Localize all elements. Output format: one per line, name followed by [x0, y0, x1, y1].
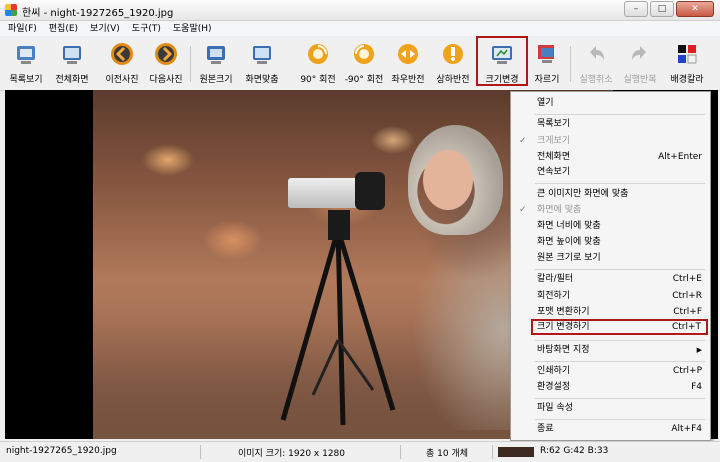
toolbar: 목록보기 전체화면 이전사진 다음사진 원본크기 화면맞춤 ▼ 9	[0, 36, 720, 102]
rotate-90-button[interactable]: 90° 회전	[298, 38, 338, 88]
menu-settings[interactable]: 환경설정 F4	[511, 380, 710, 394]
menu-tools[interactable]: 도구(T)	[124, 21, 165, 36]
context-menu: 열기 목록보기 ✓ 크게보기 전체화면 Alt+Enter 연속보기 큰 이미지만 …	[510, 91, 711, 441]
fit-screen-icon	[250, 42, 274, 66]
menu-fit-width[interactable]: 화면 너비에 맞춤	[511, 219, 710, 233]
menu-fit-height[interactable]: 화면 높이에 맞춤	[511, 235, 710, 249]
menu-print[interactable]: 인쇄하기 Ctrl+P	[511, 364, 710, 378]
flip-horizontal-button[interactable]: 좌우반전	[387, 38, 429, 88]
crop-button[interactable]: 자르기	[530, 38, 564, 88]
status-divider	[400, 445, 401, 459]
menu-edit[interactable]: 편집(E)	[41, 21, 82, 36]
list-view-icon	[14, 42, 38, 66]
submenu-arrow-icon: ▶	[696, 346, 702, 354]
redo-button[interactable]: 실행반복	[620, 38, 660, 88]
status-color-value: R:62 G:42 B:33	[540, 446, 609, 456]
fullscreen-icon	[60, 42, 84, 66]
color-swatch	[498, 447, 534, 457]
flip-horizontal-icon	[396, 42, 420, 66]
menu-fit-large-only[interactable]: 큰 이미지만 화면에 맞춤	[511, 187, 710, 201]
menu-convert-format[interactable]: 포맷 변환하기 Ctrl+F	[511, 305, 710, 319]
flip-vertical-icon	[441, 42, 465, 66]
toolbar-divider	[570, 46, 571, 82]
status-bar: night-1927265_1920.jpg 이미지 크기: 1920 x 12…	[0, 441, 720, 462]
menu-file[interactable]: 파일(F)	[0, 21, 41, 36]
status-divider	[492, 445, 493, 459]
minimize-button[interactable]: –	[624, 1, 648, 17]
flip-vertical-button[interactable]: 상하반전	[432, 38, 474, 88]
toolbar-divider	[190, 46, 191, 82]
prev-photo-button[interactable]: 이전사진	[102, 38, 142, 88]
camera-lens	[288, 178, 358, 208]
menu-view[interactable]: 보기(V)	[82, 21, 124, 36]
original-size-button[interactable]: 원본크기	[196, 38, 236, 88]
background-color-icon	[675, 42, 699, 66]
rotate-ccw-icon	[352, 42, 376, 66]
menu-separator	[535, 183, 705, 184]
undo-icon	[584, 42, 608, 66]
camera-body	[355, 172, 385, 210]
app-icon	[5, 4, 17, 16]
resize-icon	[490, 42, 514, 66]
check-icon: ✓	[519, 136, 527, 146]
menu-rotate[interactable]: 회전하기 Ctrl+R	[511, 289, 710, 303]
menu-resize[interactable]: 크기 변경하기 Ctrl+T	[531, 319, 708, 335]
menu-separator	[535, 114, 705, 115]
menu-list-view[interactable]: 목록보기	[511, 117, 710, 131]
prev-arrow-icon	[110, 42, 134, 66]
list-view-button[interactable]: 목록보기	[6, 38, 46, 88]
menu-large-view[interactable]: ✓ 크게보기	[511, 134, 710, 148]
status-count: 총 10 개체	[426, 449, 469, 459]
menu-separator	[535, 361, 705, 362]
menu-separator	[535, 398, 705, 399]
status-image-size: 이미지 크기: 1920 x 1280	[238, 449, 346, 459]
menu-original-size[interactable]: 원본 크기로 보기	[511, 251, 710, 265]
next-arrow-icon	[154, 42, 178, 66]
crop-icon	[535, 42, 559, 66]
resize-button[interactable]: 크기변경	[476, 36, 528, 86]
next-photo-button[interactable]: 다음사진	[146, 38, 186, 88]
redo-icon	[628, 42, 652, 66]
menu-set-wallpaper[interactable]: 바탕화면 지정 ▶	[511, 343, 710, 357]
face-figure	[423, 150, 473, 210]
menu-open[interactable]: 열기	[511, 96, 710, 110]
fullscreen-button[interactable]: 전체화면	[50, 38, 94, 88]
fit-screen-button[interactable]: 화면맞춤	[242, 38, 282, 88]
window-title: 한씨 - night-1927265_1920.jpg	[22, 8, 174, 19]
menu-exit[interactable]: 종료 Alt+F4	[511, 422, 710, 436]
original-size-icon	[204, 42, 228, 66]
menu-separator	[535, 269, 705, 270]
menu-separator	[535, 419, 705, 420]
menu-color-filter[interactable]: 칼라/필터 Ctrl+E	[511, 272, 710, 286]
menu-bar: 파일(F) 편집(E) 보기(V) 도구(T) 도움말(H)	[0, 21, 720, 36]
rotate-cw-icon	[306, 42, 330, 66]
menu-file-properties[interactable]: 파일 속성	[511, 401, 710, 415]
menu-fullscreen[interactable]: 전체화면 Alt+Enter	[511, 150, 710, 164]
status-divider	[200, 445, 201, 459]
menu-slideshow[interactable]: 연속보기	[511, 165, 710, 179]
menu-separator	[535, 340, 705, 341]
maximize-button[interactable]: □	[650, 1, 674, 17]
check-icon: ✓	[519, 205, 527, 215]
title-bar: 한씨 - night-1927265_1920.jpg – □ ✕	[0, 0, 720, 21]
menu-help[interactable]: 도움말(H)	[165, 21, 216, 36]
rotate-minus-90-button[interactable]: -90° 회전	[342, 38, 386, 88]
undo-button[interactable]: 실행취소	[576, 38, 616, 88]
close-button[interactable]: ✕	[676, 1, 714, 17]
status-filename: night-1927265_1920.jpg	[6, 446, 117, 456]
menu-fit-screen[interactable]: ✓ 화면에 맞춤	[511, 203, 710, 217]
window-controls: – □ ✕	[624, 1, 714, 17]
background-color-button[interactable]: 배경칼라	[666, 38, 708, 88]
